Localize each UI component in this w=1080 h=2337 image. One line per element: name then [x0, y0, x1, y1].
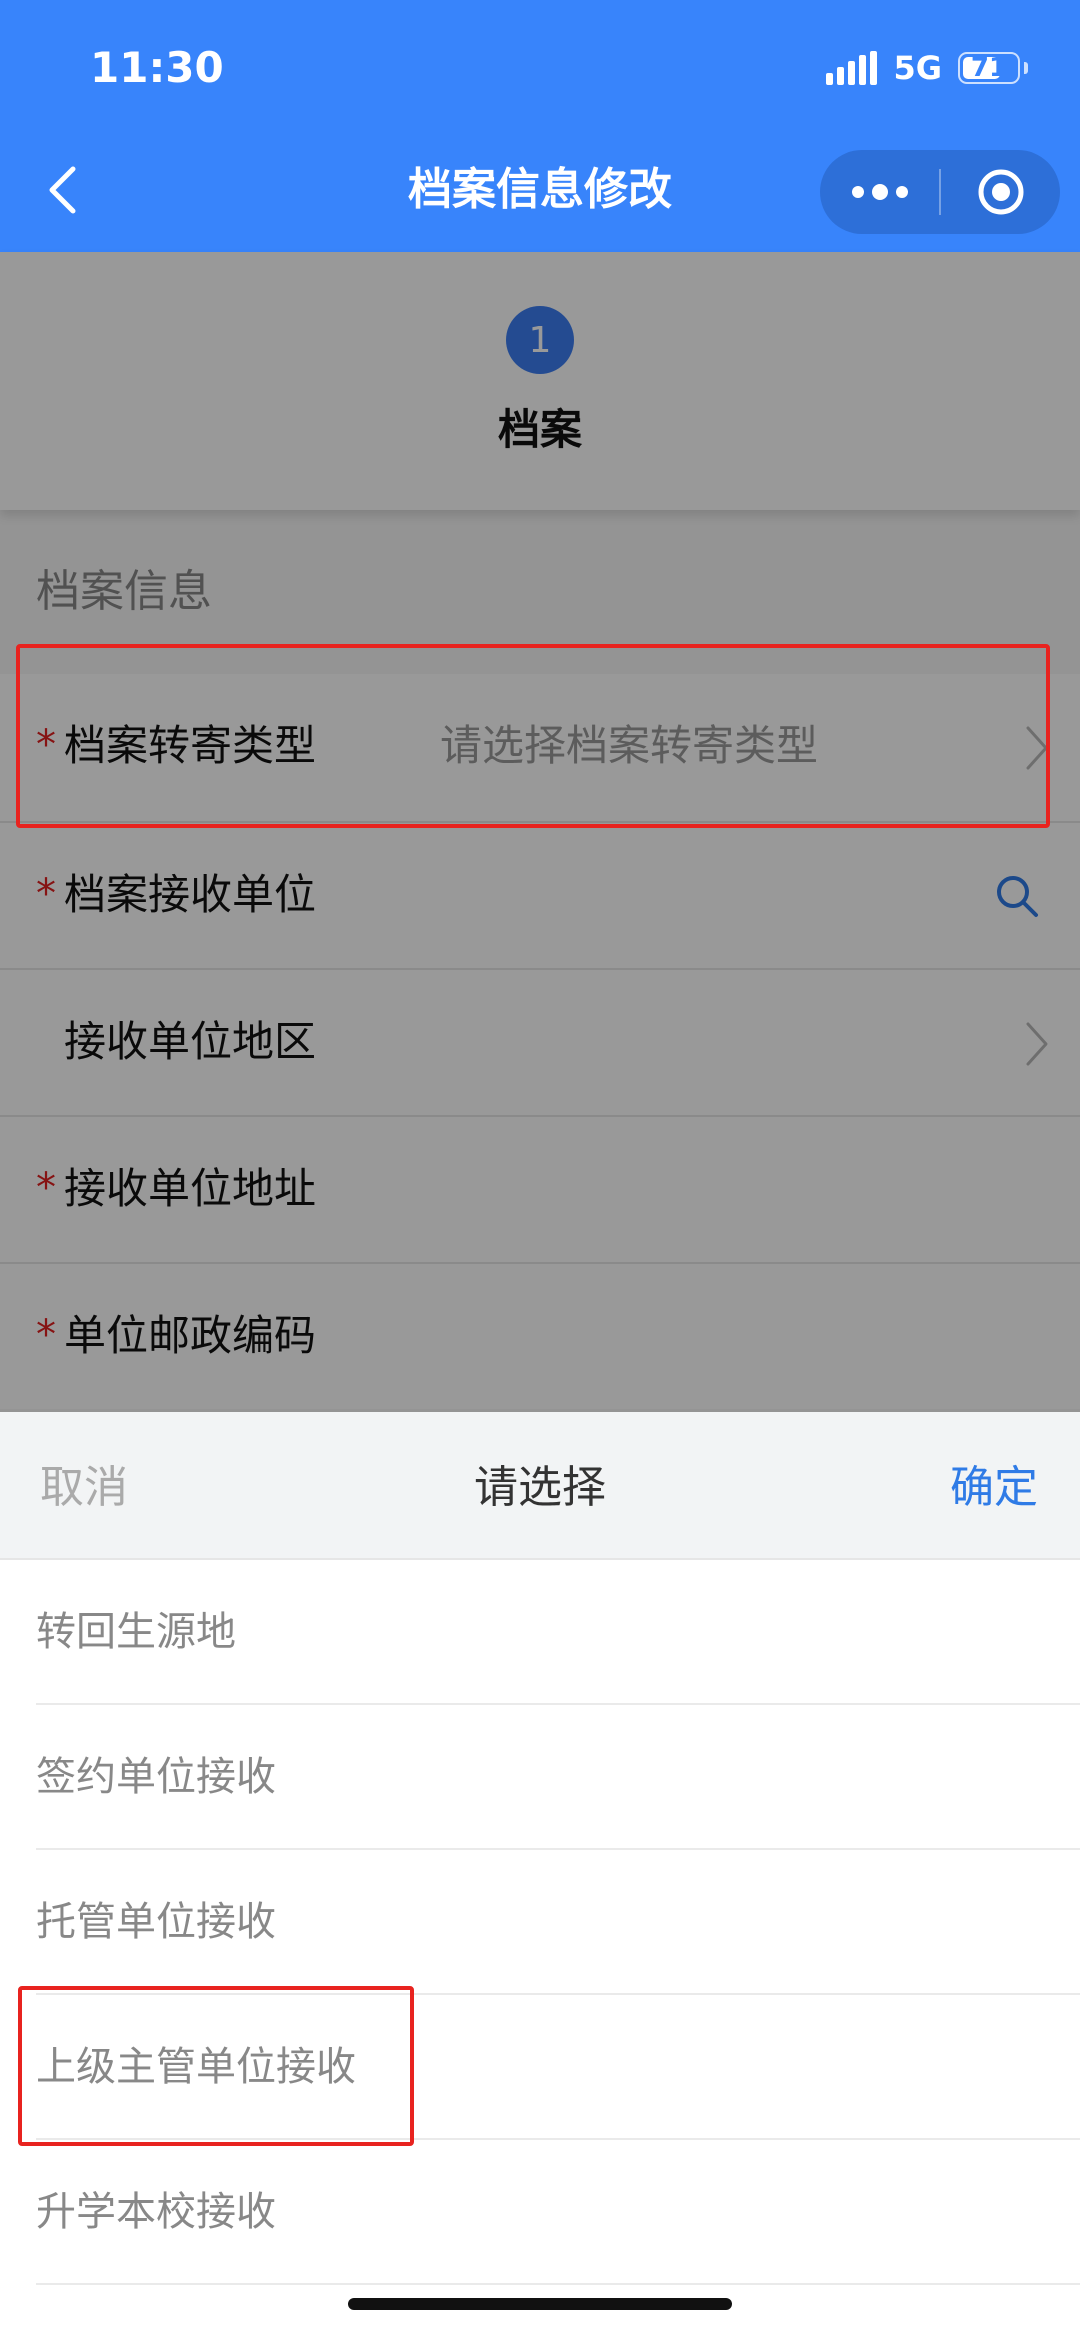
top-navigation-bar: 11:30 5G 71 档案信息修改 [0, 0, 1080, 252]
picker-toolbar: 取消 请选择 确定 [0, 1412, 1080, 1560]
status-indicators: 5G 71 [826, 46, 1028, 90]
close-button[interactable] [941, 150, 1060, 234]
target-circle-icon [978, 169, 1023, 215]
picker-option[interactable]: 升学本校接收 [36, 2140, 1080, 2285]
picker-options: 转回生源地 签约单位接收 托管单位接收 上级主管单位接收 升学本校接收 [0, 1560, 1080, 2285]
cancel-button[interactable]: 取消 [40, 1460, 128, 1516]
modal-mask[interactable] [0, 252, 1080, 1412]
status-time: 11:30 [90, 43, 224, 92]
page-title: 档案信息修改 [408, 164, 672, 215]
option-label: 签约单位接收 [36, 1754, 276, 1800]
back-button[interactable] [34, 158, 90, 222]
option-label: 托管单位接收 [36, 1899, 276, 1945]
mini-program-capsule [820, 150, 1060, 234]
battery-cap [1024, 62, 1028, 74]
confirm-button[interactable]: 确定 [950, 1460, 1038, 1516]
option-label: 转回生源地 [36, 1609, 236, 1655]
more-button[interactable] [820, 150, 939, 234]
more-dots-icon [851, 184, 908, 200]
option-label: 升学本校接收 [36, 2189, 276, 2235]
chevron-left-icon [49, 166, 76, 214]
highlight-box-transfer-type [16, 644, 1050, 828]
battery-icon: 71 [958, 52, 1020, 84]
highlight-box-option [18, 1986, 414, 2146]
battery-level: 71 [970, 53, 1008, 83]
picker-option[interactable]: 托管单位接收 [36, 1850, 1080, 1995]
picker-option[interactable]: 签约单位接收 [36, 1705, 1080, 1850]
home-indicator [348, 2298, 732, 2310]
signal-icon [826, 51, 878, 85]
picker-title: 请选择 [474, 1462, 606, 1513]
picker-sheet: 取消 请选择 确定 转回生源地 签约单位接收 托管单位接收 上级主管单位接收 升… [0, 1412, 1080, 2337]
picker-option[interactable]: 转回生源地 [36, 1560, 1080, 1705]
network-type: 5G [893, 49, 942, 87]
